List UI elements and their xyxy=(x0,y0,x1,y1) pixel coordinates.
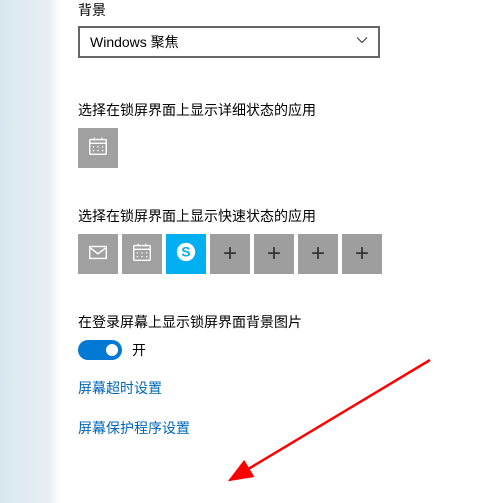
detailed-app-calendar[interactable] xyxy=(78,128,118,168)
background-label: 背景 xyxy=(78,0,482,20)
signin-bg-toggle-row: 开 xyxy=(78,340,482,360)
plus-icon: + xyxy=(223,242,237,266)
skype-icon: S xyxy=(175,241,197,268)
quick-app-skype[interactable]: S xyxy=(166,234,206,274)
screen-timeout-link[interactable]: 屏幕超时设置 xyxy=(78,378,482,398)
toggle-knob xyxy=(106,344,118,356)
quick-status-label: 选择在锁屏界面上显示快速状态的应用 xyxy=(78,206,482,226)
signin-bg-toggle[interactable] xyxy=(78,340,122,360)
detailed-status-label: 选择在锁屏界面上显示详细状态的应用 xyxy=(78,100,482,120)
chevron-down-icon xyxy=(356,33,368,51)
quick-status-apps: S + + + + xyxy=(78,234,482,274)
quick-app-calendar[interactable] xyxy=(122,234,162,274)
signin-bg-label: 在登录屏幕上显示锁屏界面背景图片 xyxy=(78,312,482,332)
plus-icon: + xyxy=(311,242,325,266)
screensaver-settings-link[interactable]: 屏幕保护程序设置 xyxy=(78,418,482,438)
background-dropdown[interactable]: Windows 聚焦 xyxy=(78,26,380,58)
signin-bg-toggle-label: 开 xyxy=(132,340,146,360)
detailed-status-apps xyxy=(78,128,482,168)
plus-icon: + xyxy=(267,242,281,266)
quick-app-add-3[interactable]: + xyxy=(298,234,338,274)
svg-text:S: S xyxy=(181,244,190,259)
background-dropdown-value: Windows 聚焦 xyxy=(90,32,179,52)
quick-app-add-1[interactable]: + xyxy=(210,234,250,274)
mail-icon xyxy=(87,241,109,268)
plus-icon: + xyxy=(355,242,369,266)
quick-app-add-2[interactable]: + xyxy=(254,234,294,274)
calendar-icon xyxy=(131,241,153,268)
quick-app-mail[interactable] xyxy=(78,234,118,274)
quick-app-add-4[interactable]: + xyxy=(342,234,382,274)
calendar-icon xyxy=(87,135,109,162)
